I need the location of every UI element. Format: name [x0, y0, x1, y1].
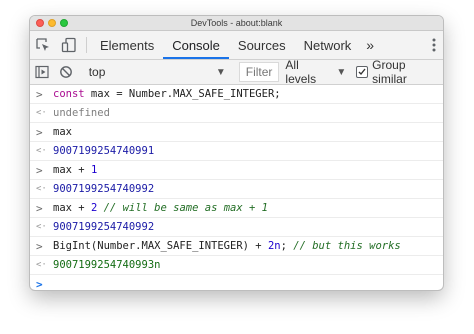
console-result-row: <· 9007199254740992 — [30, 180, 443, 199]
console-input-code: max + 1 — [53, 164, 97, 176]
filter-input[interactable]: Filter — [238, 62, 280, 82]
code-token: max — [53, 126, 72, 138]
input-chevron-icon: > — [36, 87, 43, 101]
tab-elements[interactable]: Elements — [91, 31, 163, 59]
code-token: // will be same as max + 1 — [97, 202, 268, 214]
console-input-row: > const max = Number.MAX_SAFE_INTEGER; — [30, 85, 443, 104]
code-token: BigInt(Number.MAX_SAFE_INTEGER) — [53, 240, 256, 252]
sidebar-play-icon — [35, 65, 49, 79]
code-token: Number.MAX_SAFE_INTEGER; — [122, 88, 281, 100]
tab-label: Network — [303, 37, 352, 53]
console-input-row: > max + 2 // will be same as max + 1 — [30, 199, 443, 218]
console-result-value: 9007199254740991 — [53, 145, 155, 157]
checkbox-checked-icon[interactable] — [356, 66, 369, 78]
console-toolbar: top ▼ Filter All levels ▼ Group similar — [30, 58, 443, 86]
console-input-code: max — [53, 126, 72, 138]
toggle-sidebar-button[interactable] — [30, 60, 54, 84]
code-token: // but this works — [293, 240, 401, 252]
code-token: 2n — [267, 240, 281, 252]
console-result-row: <· undefined — [30, 104, 443, 123]
tab-sources[interactable]: Sources — [229, 31, 295, 59]
tab-label: Console — [172, 37, 220, 53]
context-selector[interactable]: top ▼ — [83, 60, 234, 84]
console-messages: > const max = Number.MAX_SAFE_INTEGER; <· u… — [30, 85, 443, 290]
group-similar-toggle[interactable]: Group similar — [356, 58, 443, 86]
customize-devtools-button[interactable] — [431, 31, 437, 59]
console-prompt-input[interactable]: > — [30, 275, 443, 291]
devtools-window: DevTools - about:blank Elements Console … — [30, 16, 443, 290]
code-token: 1 — [90, 164, 98, 176]
result-arrow-icon: <· — [36, 222, 47, 232]
log-levels-label: All levels — [285, 58, 317, 86]
console-input-code: const max = Number.MAX_SAFE_INTEGER; — [53, 88, 281, 100]
kebab-menu-icon — [432, 38, 436, 52]
inspect-element-button[interactable] — [30, 31, 56, 59]
console-input-row: > BigInt(Number.MAX_SAFE_INTEGER) + 2n; /… — [30, 237, 443, 256]
context-value: top — [88, 65, 106, 79]
device-mode-icon — [61, 37, 76, 53]
console-input-row: > max — [30, 123, 443, 142]
title-bar: DevTools - about:blank — [30, 16, 443, 31]
log-levels-dropdown[interactable]: All levels ▼ — [285, 58, 346, 86]
console-result-value: undefined — [53, 107, 110, 119]
input-chevron-icon: > — [36, 201, 43, 215]
panel-tab-bar: Elements Console Sources Network » — [30, 31, 443, 60]
code-token: max — [53, 164, 79, 176]
device-toolbar-button[interactable] — [56, 31, 82, 59]
code-token: max — [53, 202, 79, 214]
console-result-row: <· 9007199254740993n — [30, 256, 443, 275]
prompt-chevron-icon: > — [36, 277, 43, 291]
result-arrow-icon: <· — [36, 146, 47, 156]
console-result-row: <· 9007199254740992 — [30, 218, 443, 237]
result-arrow-icon: <· — [36, 260, 47, 270]
tab-network[interactable]: Network — [295, 31, 361, 59]
clear-console-button[interactable] — [54, 60, 78, 84]
console-result-value: 9007199254740992 — [53, 183, 155, 195]
console-input-code: max + 2 // will be same as max + 1 — [53, 202, 268, 214]
tab-console[interactable]: Console — [163, 31, 229, 59]
chevron-double-right-icon: » — [366, 37, 375, 53]
inspect-cursor-icon — [36, 38, 49, 51]
tab-label: Sources — [237, 37, 286, 53]
result-arrow-icon: <· — [36, 184, 47, 194]
code-token: const — [53, 88, 85, 100]
window-title: DevTools - about:blank — [190, 18, 283, 28]
more-tabs-button[interactable]: » — [360, 31, 380, 59]
tab-label: Elements — [100, 37, 155, 53]
console-result-row: <· 9007199254740991 — [30, 142, 443, 161]
code-token: max — [84, 88, 117, 100]
console-input-code: BigInt(Number.MAX_SAFE_INTEGER) + 2n; //… — [53, 240, 401, 252]
toolbar-divider — [86, 37, 87, 53]
console-input-row: > max + 1 — [30, 161, 443, 180]
clear-circle-icon — [59, 66, 72, 78]
group-similar-label: Group similar — [372, 58, 407, 86]
input-chevron-icon: > — [36, 163, 43, 177]
input-chevron-icon: > — [36, 125, 43, 139]
filter-placeholder: Filter — [245, 65, 273, 79]
console-result-value: 9007199254740993n — [53, 259, 161, 271]
result-arrow-icon: <· — [36, 108, 47, 118]
dropdown-caret-icon: ▼ — [215, 66, 226, 78]
console-result-value: 9007199254740992 — [53, 221, 155, 233]
input-chevron-icon: > — [36, 239, 43, 253]
dropdown-caret-icon: ▼ — [336, 66, 347, 78]
code-token: ; — [280, 240, 294, 252]
